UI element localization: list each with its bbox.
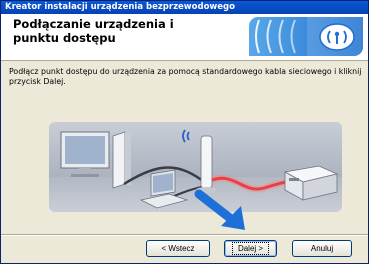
wireless-logo	[249, 17, 363, 56]
window-title: Kreator instalacji urządzenia bezprzewod…	[1, 1, 368, 14]
back-button[interactable]: < Wstecz	[146, 240, 210, 257]
instructions-text: Podłącz punkt dostępu do urządzenia za p…	[9, 67, 362, 86]
wizard-header: Podłączanie urządzenia i punktu dostępu	[1, 14, 368, 61]
page-title: Podłączanie urządzenia i punktu dostępu	[13, 17, 174, 45]
button-separator	[1, 234, 368, 236]
next-button[interactable]: Dalej >	[224, 240, 277, 257]
desktop-tower-icon	[112, 131, 131, 189]
wireless-signal-icon	[255, 17, 363, 56]
network-setup-illustration	[49, 122, 342, 230]
next-button-label: Dalej >	[231, 242, 270, 255]
cancel-button[interactable]: Anuluj	[292, 240, 352, 257]
wizard-buttons: < Wstecz Dalej > Anuluj	[1, 240, 368, 260]
wizard-window: Kreator instalacji urządzenia bezprzewod…	[0, 0, 369, 264]
